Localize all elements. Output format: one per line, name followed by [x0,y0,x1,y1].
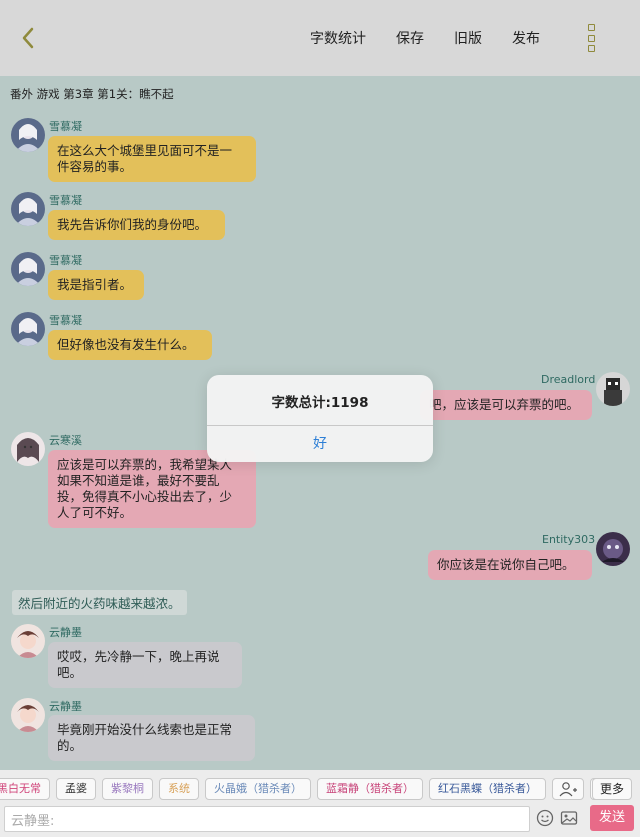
more-menu-button[interactable] [586,24,596,52]
avatar[interactable] [596,372,630,406]
dialog-divider [207,425,433,426]
chapter-title: 番外 游戏 第3章 第1关：瞧不起 [10,87,174,101]
message-line: 如果不知道是谁，最好不要乱 [57,473,220,488]
sender-name: Entity303 [542,533,596,546]
bottom-bar: 黑白无常 孟婆 紫黎桐 系统 火晶娥（猎杀者） 蓝霜静（猎杀者） 红石黑蝶（猎杀… [0,770,640,837]
more-icon-dot [587,24,595,31]
message-bubble[interactable]: 但好像也没有发生什么。 [48,330,212,360]
message-line: 但好像也没有发生什么。 [57,337,195,352]
save-button[interactable]: 保存 [396,28,424,48]
message-bubble[interactable]: 哎哎，先冷静一下，晚上再说 吧。 [48,642,242,688]
character-chip[interactable]: 孟婆 [56,778,96,800]
sender-name: 雪慕凝 [49,120,82,133]
message-line: 人了可不好。 [57,505,133,520]
top-actions: 字数统计 保存 旧版 发布 [310,28,540,48]
emoji-icon [536,809,554,827]
message-line: 投，免得真不小心投出去了，少 [57,489,233,504]
message-line: 吧，应该是可以弃票的吧。 [429,397,580,412]
sender-name: 云静墨 [49,626,82,639]
character-chip[interactable]: 火晶娥（猎杀者） [205,778,311,800]
avatar[interactable] [11,312,45,346]
sender-name: 云寒溪 [49,434,82,447]
sender-name: Dreadlord [541,373,596,386]
avatar[interactable] [11,432,45,466]
emoji-button[interactable] [536,809,554,827]
top-bar: 字数统计 保存 旧版 发布 [0,0,640,76]
message-line: 吧。 [57,665,83,680]
sender-name: 云静墨 [49,700,82,713]
chevron-left-icon [22,27,34,49]
back-button[interactable] [16,24,42,52]
avatar[interactable] [11,252,45,286]
more-icon-dot [587,34,595,42]
word-count-button[interactable]: 字数统计 [310,28,366,48]
message-line: 我先告诉你们我的身份吧。 [57,217,208,232]
avatar[interactable] [596,532,630,566]
character-chip[interactable]: 红石黑蝶（猎杀者） [429,778,546,800]
character-chip[interactable]: 紫黎桐 [102,778,153,800]
sender-name: 雪慕凝 [49,254,82,267]
message-line: 哎哎，先冷静一下，晚上再说 [57,649,220,664]
message-bubble[interactable]: 我是指引者。 [48,270,144,300]
message-line: 你应该是在说你自己吧。 [437,557,575,572]
character-chip[interactable]: 黑白无常 [0,778,50,800]
add-character-button[interactable] [552,778,584,800]
avatar[interactable] [11,698,45,732]
message-input[interactable]: 云静墨: [4,806,530,832]
dialog-message: 字数总计:1198 [271,395,369,411]
more-characters-button[interactable]: 更多 [591,778,632,800]
publish-button[interactable]: 发布 [512,28,540,48]
sender-name: 雪慕凝 [49,194,82,207]
message-line: 毕竟刚开始没什么线索也是正常 [57,722,233,737]
message-line: 的。 [57,738,83,753]
message-line: 我是指引者。 [57,277,133,292]
message-bubble[interactable]: 吧，应该是可以弃票的吧。 [420,390,592,420]
add-user-icon [559,782,577,797]
old-version-button[interactable]: 旧版 [454,28,482,48]
avatar[interactable] [11,118,45,152]
more-icon-dot [587,45,595,52]
message-bubble[interactable]: 我先告诉你们我的身份吧。 [48,210,225,240]
character-chip[interactable]: 系统 [159,778,199,800]
message-bubble[interactable]: 毕竟刚开始没什么线索也是正常 的。 [48,715,255,761]
image-button[interactable] [560,809,578,827]
message-line: 件容易的事。 [57,159,133,174]
sender-name: 雪慕凝 [49,314,82,327]
send-button[interactable]: 发送 [590,805,634,831]
character-chips: 黑白无常 孟婆 紫黎桐 系统 火晶娥（猎杀者） 蓝霜静（猎杀者） 红石黑蝶（猎杀… [0,778,622,800]
dialog-ok-button[interactable]: 好 [207,433,433,453]
message-bubble[interactable]: 在这么大个城堡里见面可不是一 件容易的事。 [48,136,256,182]
narration-text[interactable]: 然后附近的火药味越来越浓。 [12,590,187,615]
avatar[interactable] [11,192,45,226]
message-bubble[interactable]: 你应该是在说你自己吧。 [428,550,592,580]
image-icon [560,811,578,825]
message-line: 在这么大个城堡里见面可不是一 [57,143,233,158]
character-chip[interactable]: 蓝霜静（猎杀者） [317,778,423,800]
avatar[interactable] [11,624,45,658]
word-count-dialog: 字数总计:1198 好 [207,375,433,462]
